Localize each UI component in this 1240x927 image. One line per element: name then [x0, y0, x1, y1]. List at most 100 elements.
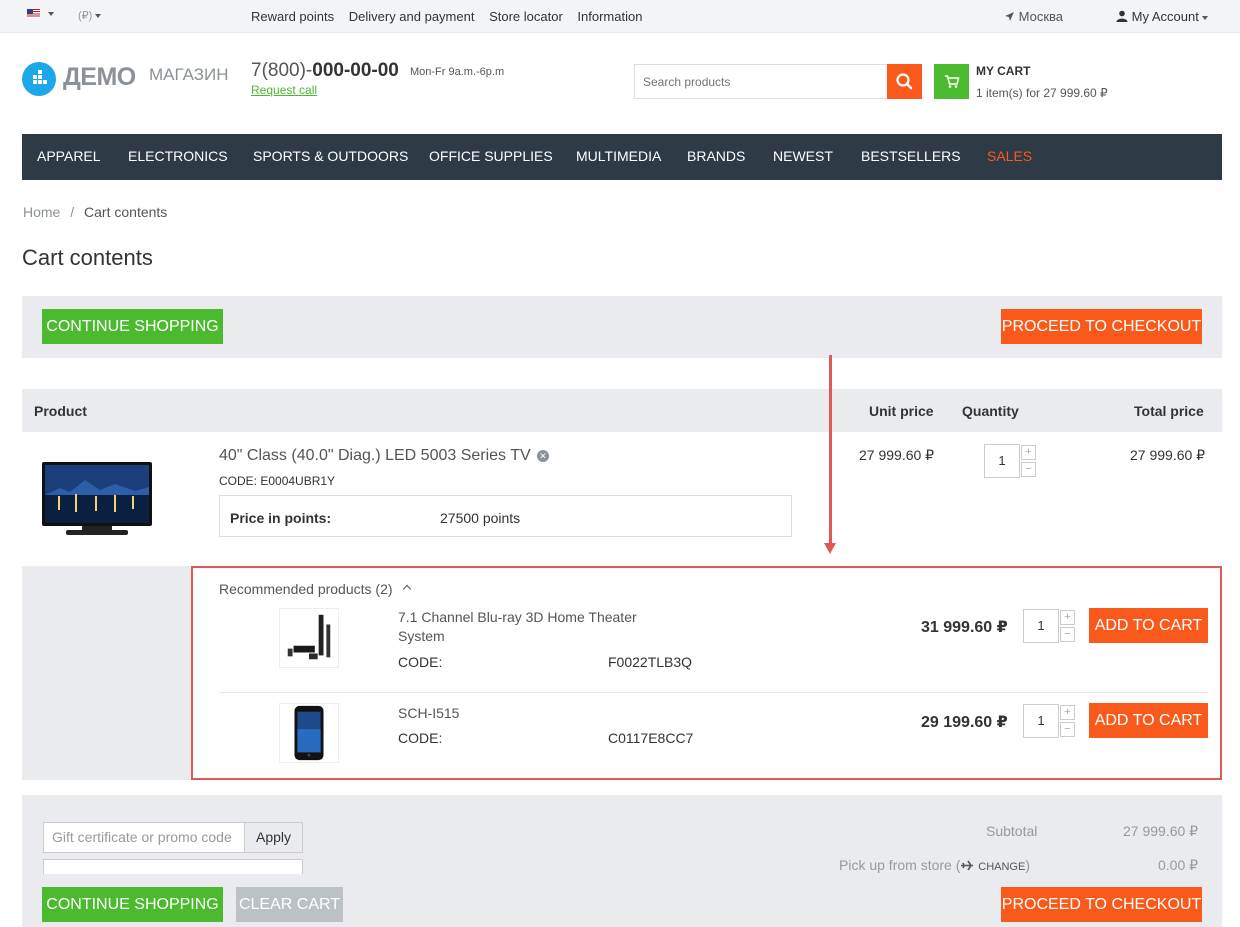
top-link-store-locator[interactable]: Store locator — [489, 9, 563, 24]
product-name-link[interactable]: 40" Class (40.0" Diag.) LED 5003 Series … — [219, 447, 531, 465]
recommended-price: 29 199.60 ₽ — [921, 714, 1008, 731]
top-nav: Reward points Delivery and payment Store… — [251, 9, 653, 24]
clear-cart-button[interactable]: CLEAR CART — [236, 887, 343, 922]
recommended-product-name[interactable]: 7.1 Channel Blu-ray 3D Home Theater Syst… — [398, 608, 668, 646]
shipping-close-paren: ) — [1025, 857, 1030, 873]
quantity-decrease-button[interactable]: − — [1060, 722, 1075, 737]
menu-item-multimedia[interactable]: MULTIMEDIA — [576, 148, 661, 164]
subtotal-label: Subtotal — [986, 823, 1038, 839]
remove-item-icon[interactable]: ✕ — [537, 450, 549, 462]
add-to-cart-button[interactable]: ADD TO CART — [1089, 703, 1208, 738]
top-link-delivery[interactable]: Delivery and payment — [349, 9, 475, 24]
menu-item-brands[interactable]: BRANDS — [687, 148, 745, 164]
shipping-label: Pick up from store ( CHANGE) — [839, 857, 1030, 873]
working-hours: Mon-Fr 9a.m.-6p.m — [410, 66, 505, 78]
cart-button[interactable] — [934, 64, 969, 99]
menu-item-newest[interactable]: NEWEST — [773, 148, 833, 164]
points-label: Price in points: — [230, 510, 332, 526]
change-shipping-link[interactable]: CHANGE — [978, 861, 1025, 873]
breadcrumb-home[interactable]: Home — [23, 204, 60, 220]
location-arrow-icon — [1005, 12, 1014, 21]
add-to-cart-button[interactable]: ADD TO CART — [1089, 608, 1208, 643]
menu-item-sales[interactable]: SALES — [987, 148, 1032, 164]
city-selector[interactable]: Москва — [1004, 9, 1063, 24]
shipping-label-text: Pick up from store ( — [839, 857, 961, 873]
annotation-arrow — [829, 355, 832, 545]
main-menu: APPAREL ELECTRONICS SPORTS & OUTDOORS OF… — [22, 134, 1222, 180]
home-theater-image[interactable] — [279, 608, 339, 668]
breadcrumb-separator: / — [70, 204, 75, 220]
product-code: CODE: E0004UBR1Y — [219, 474, 336, 488]
city-label: Москва — [1018, 9, 1064, 24]
apply-button[interactable]: Apply — [244, 822, 303, 853]
points-value: 27500 points — [440, 510, 521, 526]
phone-prefix: 7(800)- — [251, 60, 313, 81]
top-link-information[interactable]: Information — [577, 9, 642, 24]
total-price: 27 999.60 ₽ — [1130, 447, 1206, 463]
phone-main: 000-00-00 — [312, 60, 399, 81]
chevron-down-icon[interactable] — [48, 12, 54, 16]
continue-shopping-button[interactable]: CONTINUE SHOPPING — [42, 887, 223, 922]
breadcrumb: Home / Cart contents — [23, 204, 167, 220]
unit-price: 27 999.60 ₽ — [859, 447, 935, 463]
logo-icon[interactable] — [22, 62, 56, 96]
phone-number: 7(800)-000-00-00 — [251, 60, 399, 82]
cart-table-header: Product Unit price Quantity Total price — [22, 389, 1222, 432]
proceed-to-checkout-button[interactable]: PROCEED TO CHECKOUT — [1001, 309, 1202, 344]
chevron-down-icon — [95, 14, 102, 19]
search-input[interactable] — [634, 64, 888, 99]
airplane-icon — [961, 860, 974, 871]
continue-shopping-button[interactable]: CONTINUE SHOPPING — [42, 309, 223, 344]
quantity-increase-button[interactable]: + — [1060, 610, 1075, 625]
recommended-code-label: CODE: — [398, 730, 443, 746]
points-box: Price in points: 27500 points — [219, 495, 792, 537]
currency-selector[interactable]: (₽) — [78, 9, 102, 22]
logo-subtext[interactable]: МАГАЗИН — [149, 65, 228, 85]
quantity-increase-button[interactable]: + — [1060, 705, 1075, 720]
quantity-decrease-button[interactable]: − — [1021, 462, 1036, 477]
chevron-down-icon — [1202, 15, 1209, 20]
shipping-value: 0.00 ₽ — [1158, 857, 1199, 873]
header-total-price: Total price — [1134, 403, 1204, 419]
menu-item-sports-outdoors[interactable]: SPORTS & OUTDOORS — [253, 148, 408, 164]
subtotal-value: 27 999.60 ₽ — [1123, 823, 1199, 839]
recommended-code: C0117E8CC7 — [608, 730, 694, 746]
cart-summary[interactable]: 1 item(s) for 27 999.60 ₽ — [976, 86, 1108, 100]
user-icon — [1116, 10, 1128, 22]
cart-title[interactable]: MY CART — [976, 64, 1030, 78]
recommended-toggle[interactable]: Recommended products (2) — [219, 581, 393, 597]
logo-text[interactable]: ДЕМО — [63, 63, 136, 92]
recommended-product-name[interactable]: SCH-I515 — [398, 704, 668, 723]
header-quantity: Quantity — [962, 403, 1019, 419]
quantity-input[interactable]: 1 — [1023, 704, 1059, 738]
menu-item-electronics[interactable]: ELECTRONICS — [128, 148, 228, 164]
phone-image[interactable] — [279, 703, 339, 763]
header-product: Product — [34, 403, 87, 419]
breadcrumb-current: Cart contents — [84, 204, 168, 220]
annotation-arrow-head — [824, 543, 836, 554]
quantity-input[interactable]: 1 — [1023, 609, 1059, 643]
account-label: My Account — [1131, 9, 1199, 24]
proceed-to-checkout-button[interactable]: PROCEED TO CHECKOUT — [1001, 887, 1202, 922]
recommended-code: F0022TLB3Q — [608, 654, 693, 670]
us-flag-icon[interactable] — [27, 9, 40, 18]
quantity-increase-button[interactable]: + — [1021, 445, 1036, 460]
cart-icon — [945, 75, 960, 88]
header-unit-price: Unit price — [869, 403, 934, 419]
product-image[interactable] — [40, 460, 154, 538]
menu-item-office-supplies[interactable]: OFFICE SUPPLIES — [429, 148, 553, 164]
currency-label: (₽) — [78, 10, 93, 22]
quantity-input[interactable]: 1 — [984, 444, 1020, 478]
account-menu[interactable]: My Account — [1116, 9, 1209, 24]
quantity-decrease-button[interactable]: − — [1060, 627, 1075, 642]
promo-code-input[interactable]: Gift certificate or promo code — [43, 822, 245, 853]
recommended-products-panel — [191, 566, 1222, 780]
recommended-code-label: CODE: — [398, 654, 443, 670]
page-title: Cart contents — [22, 245, 153, 270]
recommended-price: 31 999.60 ₽ — [921, 619, 1008, 636]
menu-item-bestsellers[interactable]: BESTSELLERS — [861, 148, 961, 164]
search-button[interactable] — [887, 64, 922, 99]
request-call-link[interactable]: Request call — [251, 83, 317, 97]
top-link-reward-points[interactable]: Reward points — [251, 9, 334, 24]
menu-item-apparel[interactable]: APPAREL — [37, 148, 101, 164]
